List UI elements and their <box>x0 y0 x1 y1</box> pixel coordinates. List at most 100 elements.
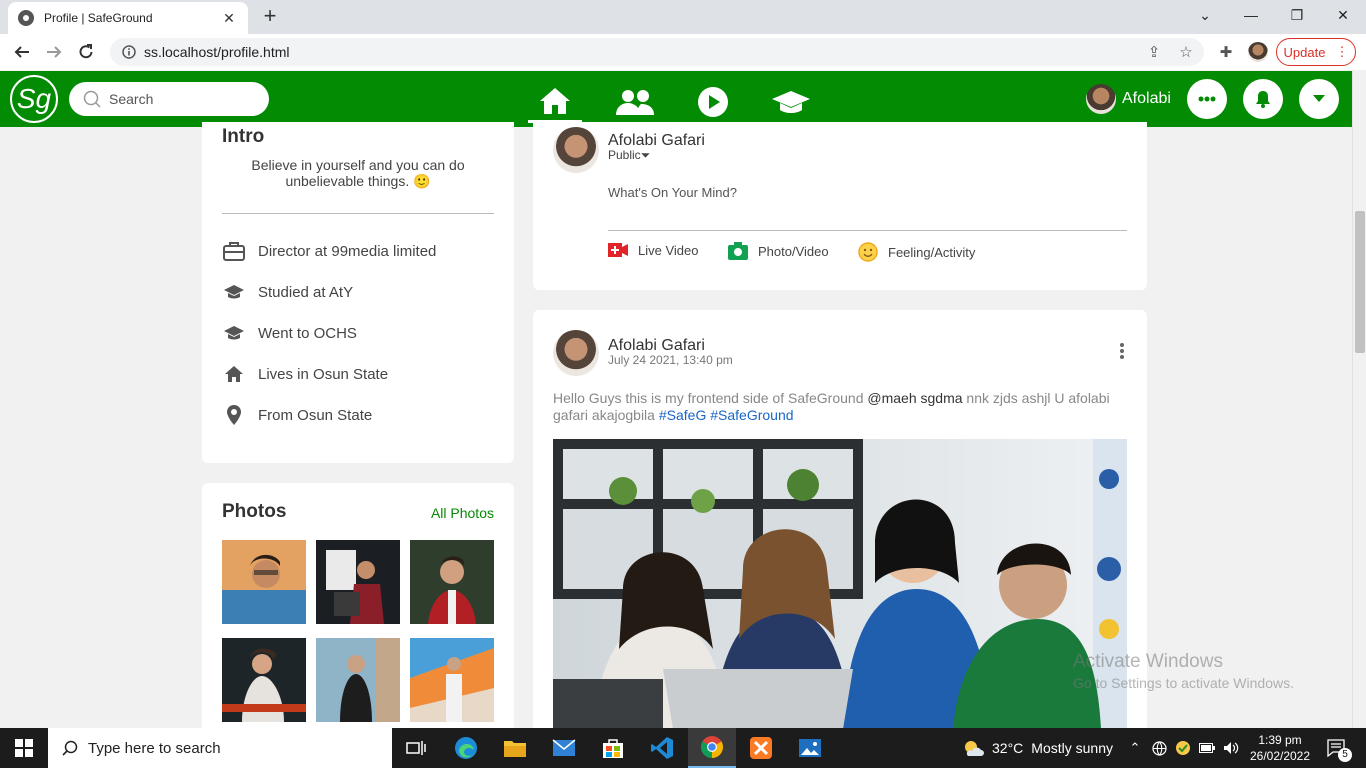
chrome-icon[interactable] <box>688 728 736 768</box>
intro-item-label: Studied at AtY <box>258 283 354 301</box>
file-explorer-icon[interactable] <box>491 728 539 768</box>
briefcase-icon <box>222 241 246 261</box>
clock-time: 1:39 pm <box>1258 733 1302 747</box>
post-image[interactable] <box>553 439 1127 729</box>
live-video-button[interactable]: Live Video <box>608 242 698 258</box>
photo-video-label: Photo/Video <box>758 243 829 259</box>
home-icon <box>540 87 570 114</box>
bell-icon <box>1256 91 1270 108</box>
vertical-dots-icon <box>1120 343 1124 359</box>
account-menu-button[interactable] <box>1299 79 1339 119</box>
close-tab-icon[interactable]: ✕ <box>220 10 238 27</box>
photo-thumbnail[interactable] <box>410 540 494 624</box>
intro-item-label: Director at 99media limited <box>258 242 437 260</box>
xampp-icon[interactable] <box>737 728 785 768</box>
show-hidden-icons-chevron-icon[interactable]: ⌃ <box>1126 728 1144 768</box>
close-window-button[interactable]: ✕ <box>1320 0 1366 30</box>
hashtag-link[interactable]: #SafeG <box>659 407 706 423</box>
task-view-icon[interactable] <box>392 728 440 768</box>
share-icon[interactable]: ⇪ <box>1144 42 1164 62</box>
notification-center-button[interactable]: 5 <box>1322 728 1352 768</box>
nav-friends[interactable] <box>608 81 662 123</box>
intro-divider <box>222 213 494 214</box>
watermark-title: Activate Windows <box>1073 651 1223 672</box>
more-button[interactable] <box>1187 79 1227 119</box>
store-icon[interactable] <box>589 728 637 768</box>
chevron-down-icon <box>1313 95 1325 102</box>
bookmark-star-icon[interactable]: ☆ <box>1176 42 1196 62</box>
location-pin-icon <box>222 404 246 426</box>
hashtag-link[interactable]: #SafeGround <box>710 407 793 423</box>
battery-icon[interactable] <box>1198 728 1216 768</box>
nav-home[interactable] <box>528 81 582 123</box>
logo[interactable]: Sg <box>10 75 58 123</box>
graduation-cap-icon <box>222 284 246 300</box>
graduation-cap-icon <box>222 325 246 341</box>
intro-item-work: Director at 99media limited <box>222 239 436 263</box>
system-clock[interactable]: 1:39 pm 26/02/2022 <box>1248 732 1312 764</box>
edge-icon[interactable] <box>442 728 490 768</box>
profile-avatar[interactable] <box>1248 42 1268 62</box>
forward-button[interactable] <box>42 40 66 64</box>
browser-tab[interactable]: Profile | SafeGround ✕ <box>8 2 248 34</box>
temperature: 32°C <box>992 740 1024 756</box>
tab-search-icon[interactable]: ⌄ <box>1182 0 1228 30</box>
extensions-icon[interactable]: ✚ <box>1216 42 1236 62</box>
photo-video-button[interactable]: Photo/Video <box>728 242 829 260</box>
feeling-activity-label: Feeling/Activity <box>888 244 976 260</box>
all-photos-link[interactable]: All Photos <box>431 505 494 521</box>
browser-tab-strip: Profile | SafeGround ✕ + ⌄ — ❐ ✕ <box>0 0 1366 34</box>
minimize-button[interactable]: — <box>1228 0 1274 30</box>
caret-down-icon: ⏷ <box>640 148 651 162</box>
taskbar-search[interactable]: Type here to search <box>48 728 392 768</box>
avatar <box>1086 84 1116 114</box>
back-button[interactable] <box>10 40 34 64</box>
photo-thumbnail[interactable] <box>222 540 306 624</box>
start-button[interactable] <box>0 728 48 768</box>
browser-toolbar: ss.localhost/profile.html ⇪ ☆ ✚ Update ⋮ <box>0 34 1366 70</box>
composer-input[interactable]: What's On Your Mind? <box>608 185 737 200</box>
mail-icon[interactable] <box>540 728 588 768</box>
photos-card: Photos All Photos <box>202 483 514 743</box>
privacy-label: Public <box>608 148 641 162</box>
nav-learn[interactable] <box>764 81 818 123</box>
user-profile-chip[interactable]: Afolabi <box>1086 84 1171 114</box>
search-input[interactable] <box>109 91 259 107</box>
friends-icon <box>616 90 654 115</box>
home-icon <box>222 365 246 383</box>
notifications-button[interactable] <box>1243 79 1283 119</box>
photo-thumbnail[interactable] <box>316 638 400 722</box>
search-icon <box>83 90 101 108</box>
feeling-activity-button[interactable]: Feeling/Activity <box>858 242 975 262</box>
photos-app-icon[interactable] <box>786 728 834 768</box>
mention-link[interactable]: @maeh sgdma <box>867 390 962 406</box>
security-icon[interactable] <box>1174 728 1192 768</box>
reload-button[interactable] <box>74 40 98 64</box>
notification-count-badge: 5 <box>1338 748 1352 762</box>
new-tab-button[interactable]: + <box>258 4 282 28</box>
restore-button[interactable]: ❐ <box>1274 0 1320 30</box>
photo-thumbnail[interactable] <box>410 638 494 722</box>
partly-sunny-icon <box>965 741 984 756</box>
post-text-start: Hello Guys this is my frontend side of S… <box>553 390 868 406</box>
search-box[interactable] <box>69 82 269 116</box>
site-info-icon[interactable] <box>122 45 136 59</box>
photo-thumbnail[interactable] <box>316 540 400 624</box>
photo-thumbnail[interactable] <box>222 638 306 722</box>
nav-watch[interactable] <box>686 81 740 123</box>
post-options-button[interactable] <box>1119 342 1125 365</box>
url-text: ss.localhost/profile.html <box>144 44 290 60</box>
vscode-icon[interactable] <box>638 728 686 768</box>
volume-icon[interactable] <box>1222 728 1240 768</box>
camera-icon <box>728 242 748 260</box>
intro-title: Intro <box>222 126 265 147</box>
scrollbar-thumb[interactable] <box>1355 211 1365 353</box>
page-scrollbar[interactable] <box>1352 71 1366 728</box>
address-bar[interactable]: ss.localhost/profile.html <box>110 38 1204 66</box>
intro-item-education: Studied at AtY <box>222 280 353 304</box>
language-globe-icon[interactable] <box>1150 728 1168 768</box>
weather-widget[interactable]: 32°C Mostly sunny <box>962 728 1113 768</box>
privacy-selector[interactable]: Public⏷ <box>608 148 650 163</box>
play-icon <box>698 87 728 117</box>
update-button[interactable]: Update ⋮ <box>1276 38 1356 66</box>
